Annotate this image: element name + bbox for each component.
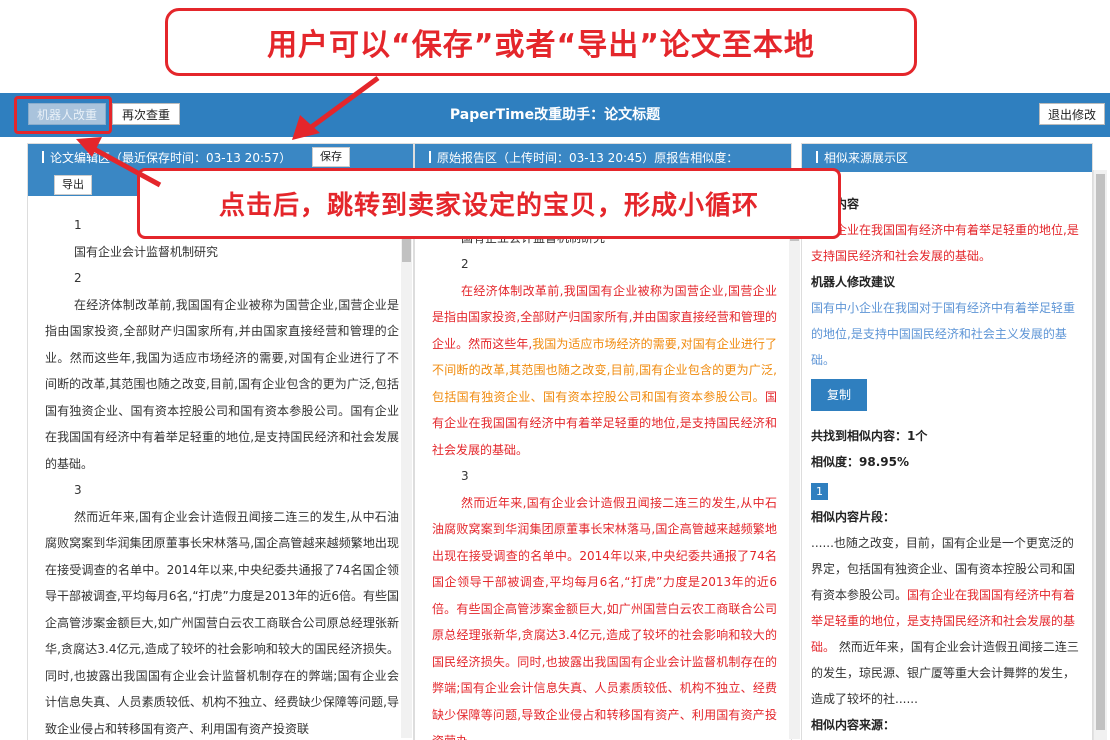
paragraph-number: 3 xyxy=(74,483,82,497)
header-bar-icon xyxy=(42,151,44,163)
save-button[interactable]: 保存 xyxy=(312,147,350,167)
exit-edit-button[interactable]: 退出修改 xyxy=(1039,103,1105,125)
source-page-badge[interactable]: 1 xyxy=(811,483,828,500)
suggestion-label: 机器人修改建议 xyxy=(811,275,896,289)
edit-scrollbar[interactable] xyxy=(401,208,412,738)
copy-button[interactable]: 复制 xyxy=(811,379,867,411)
app-title: PaperTime改重助手：论文标题 xyxy=(449,107,661,123)
similar-content: 标红内容 国有企业在我国国有经济中有着举足轻重的地位,是支持国民经济和社会发展的… xyxy=(802,172,1092,738)
marked-red-text[interactable]: 然而近年来,国有企业会计造假丑闻接二连三的发生,从中石油腐败窝案到华润集团原董事… xyxy=(432,496,777,616)
similarity-value: 相似度：98.95% xyxy=(811,455,909,469)
export-button[interactable]: 导出 xyxy=(54,175,92,195)
marked-paragraph[interactable]: 然而近年来,国有企业会计造假丑闻接二连三的发生,从中石油腐败窝案到华润集团原董事… xyxy=(432,490,777,740)
header-bar-icon xyxy=(816,151,818,163)
marked-paragraph[interactable]: 在经济体制改革前,我国国有企业被称为国营企业,国营企业是指由国家投资,全部财产归… xyxy=(432,278,777,464)
annotation-highlight-box xyxy=(14,96,112,134)
report-scrollbar[interactable] xyxy=(789,205,800,739)
fragment-after: 然而近年来，国有企业会计造假丑闻接二连三的发生，琼民源、银广厦等重大会计舞弊的发… xyxy=(811,640,1079,706)
header-bar-icon xyxy=(429,151,431,163)
marked-content-text: 国有企业在我国国有经济中有着举足轻重的地位,是支持国民经济和社会发展的基础。 xyxy=(811,223,1079,263)
suggestion-text: 国有中小企业在我国对于国有经济中有着举足轻重的地位,是支持中国国民经济和社会主义… xyxy=(811,301,1076,367)
paragraph: 在经济体制改革前,我国国有企业被称为国营企业,国营企业是指由国家投资,全部财产归… xyxy=(45,297,399,471)
marked-content-label: 标红内容 xyxy=(811,191,1082,217)
paragraph-number: 2 xyxy=(461,257,469,271)
annotation-callout-text: 点击后，跳转到卖家设定的宝贝，形成小循环 xyxy=(218,191,759,221)
source-label: 相似内容来源： xyxy=(811,718,896,732)
similar-panel-header: 相似来源展示区 xyxy=(802,144,1092,172)
found-count: 共找到相似内容：1个 xyxy=(811,429,928,443)
scrollbar-thumb[interactable] xyxy=(1096,174,1105,730)
annotation-callout-text: 用户可以“保存”或者“导出”论文至本地 xyxy=(267,28,815,63)
fragment-text: ......也随之改变，目前，国有企业是一个更宽泛的界定，包括国有独资企业、国有… xyxy=(811,530,1082,712)
similar-panel: 相似来源展示区 标红内容 国有企业在我国国有经济中有着举足轻重的地位,是支持国民… xyxy=(801,143,1093,740)
annotation-callout-loop: 点击后，跳转到卖家设定的宝贝，形成小循环 xyxy=(137,168,841,239)
report-document: 1 国有企业会计监督机制研究 2 在经济体制改革前,我国国有企业被称为国营企业,… xyxy=(415,176,791,740)
similar-scrollbar[interactable] xyxy=(1093,170,1107,740)
edit-panel-title: 论文编辑区（最近保存时间：03-13 20:57） xyxy=(50,151,292,165)
fragment-label: 相似内容片段： xyxy=(811,510,896,524)
similar-panel-title: 相似来源展示区 xyxy=(824,151,909,165)
doc-title: 国有企业会计监督机制研究 xyxy=(74,244,219,259)
paragraph-number: 3 xyxy=(461,469,469,483)
paragraph: 然而近年来,国有企业会计造假丑闻接二连三的发生,从中石油腐败窝案到华润集团原董事… xyxy=(45,509,399,736)
annotation-callout-save-export: 用户可以“保存”或者“导出”论文至本地 xyxy=(165,8,917,76)
paragraph-number: 2 xyxy=(74,271,82,285)
edit-document[interactable]: 1 国有企业会计监督机制研究 2 在经济体制改革前,我国国有企业被称为国营企业,… xyxy=(28,196,413,740)
